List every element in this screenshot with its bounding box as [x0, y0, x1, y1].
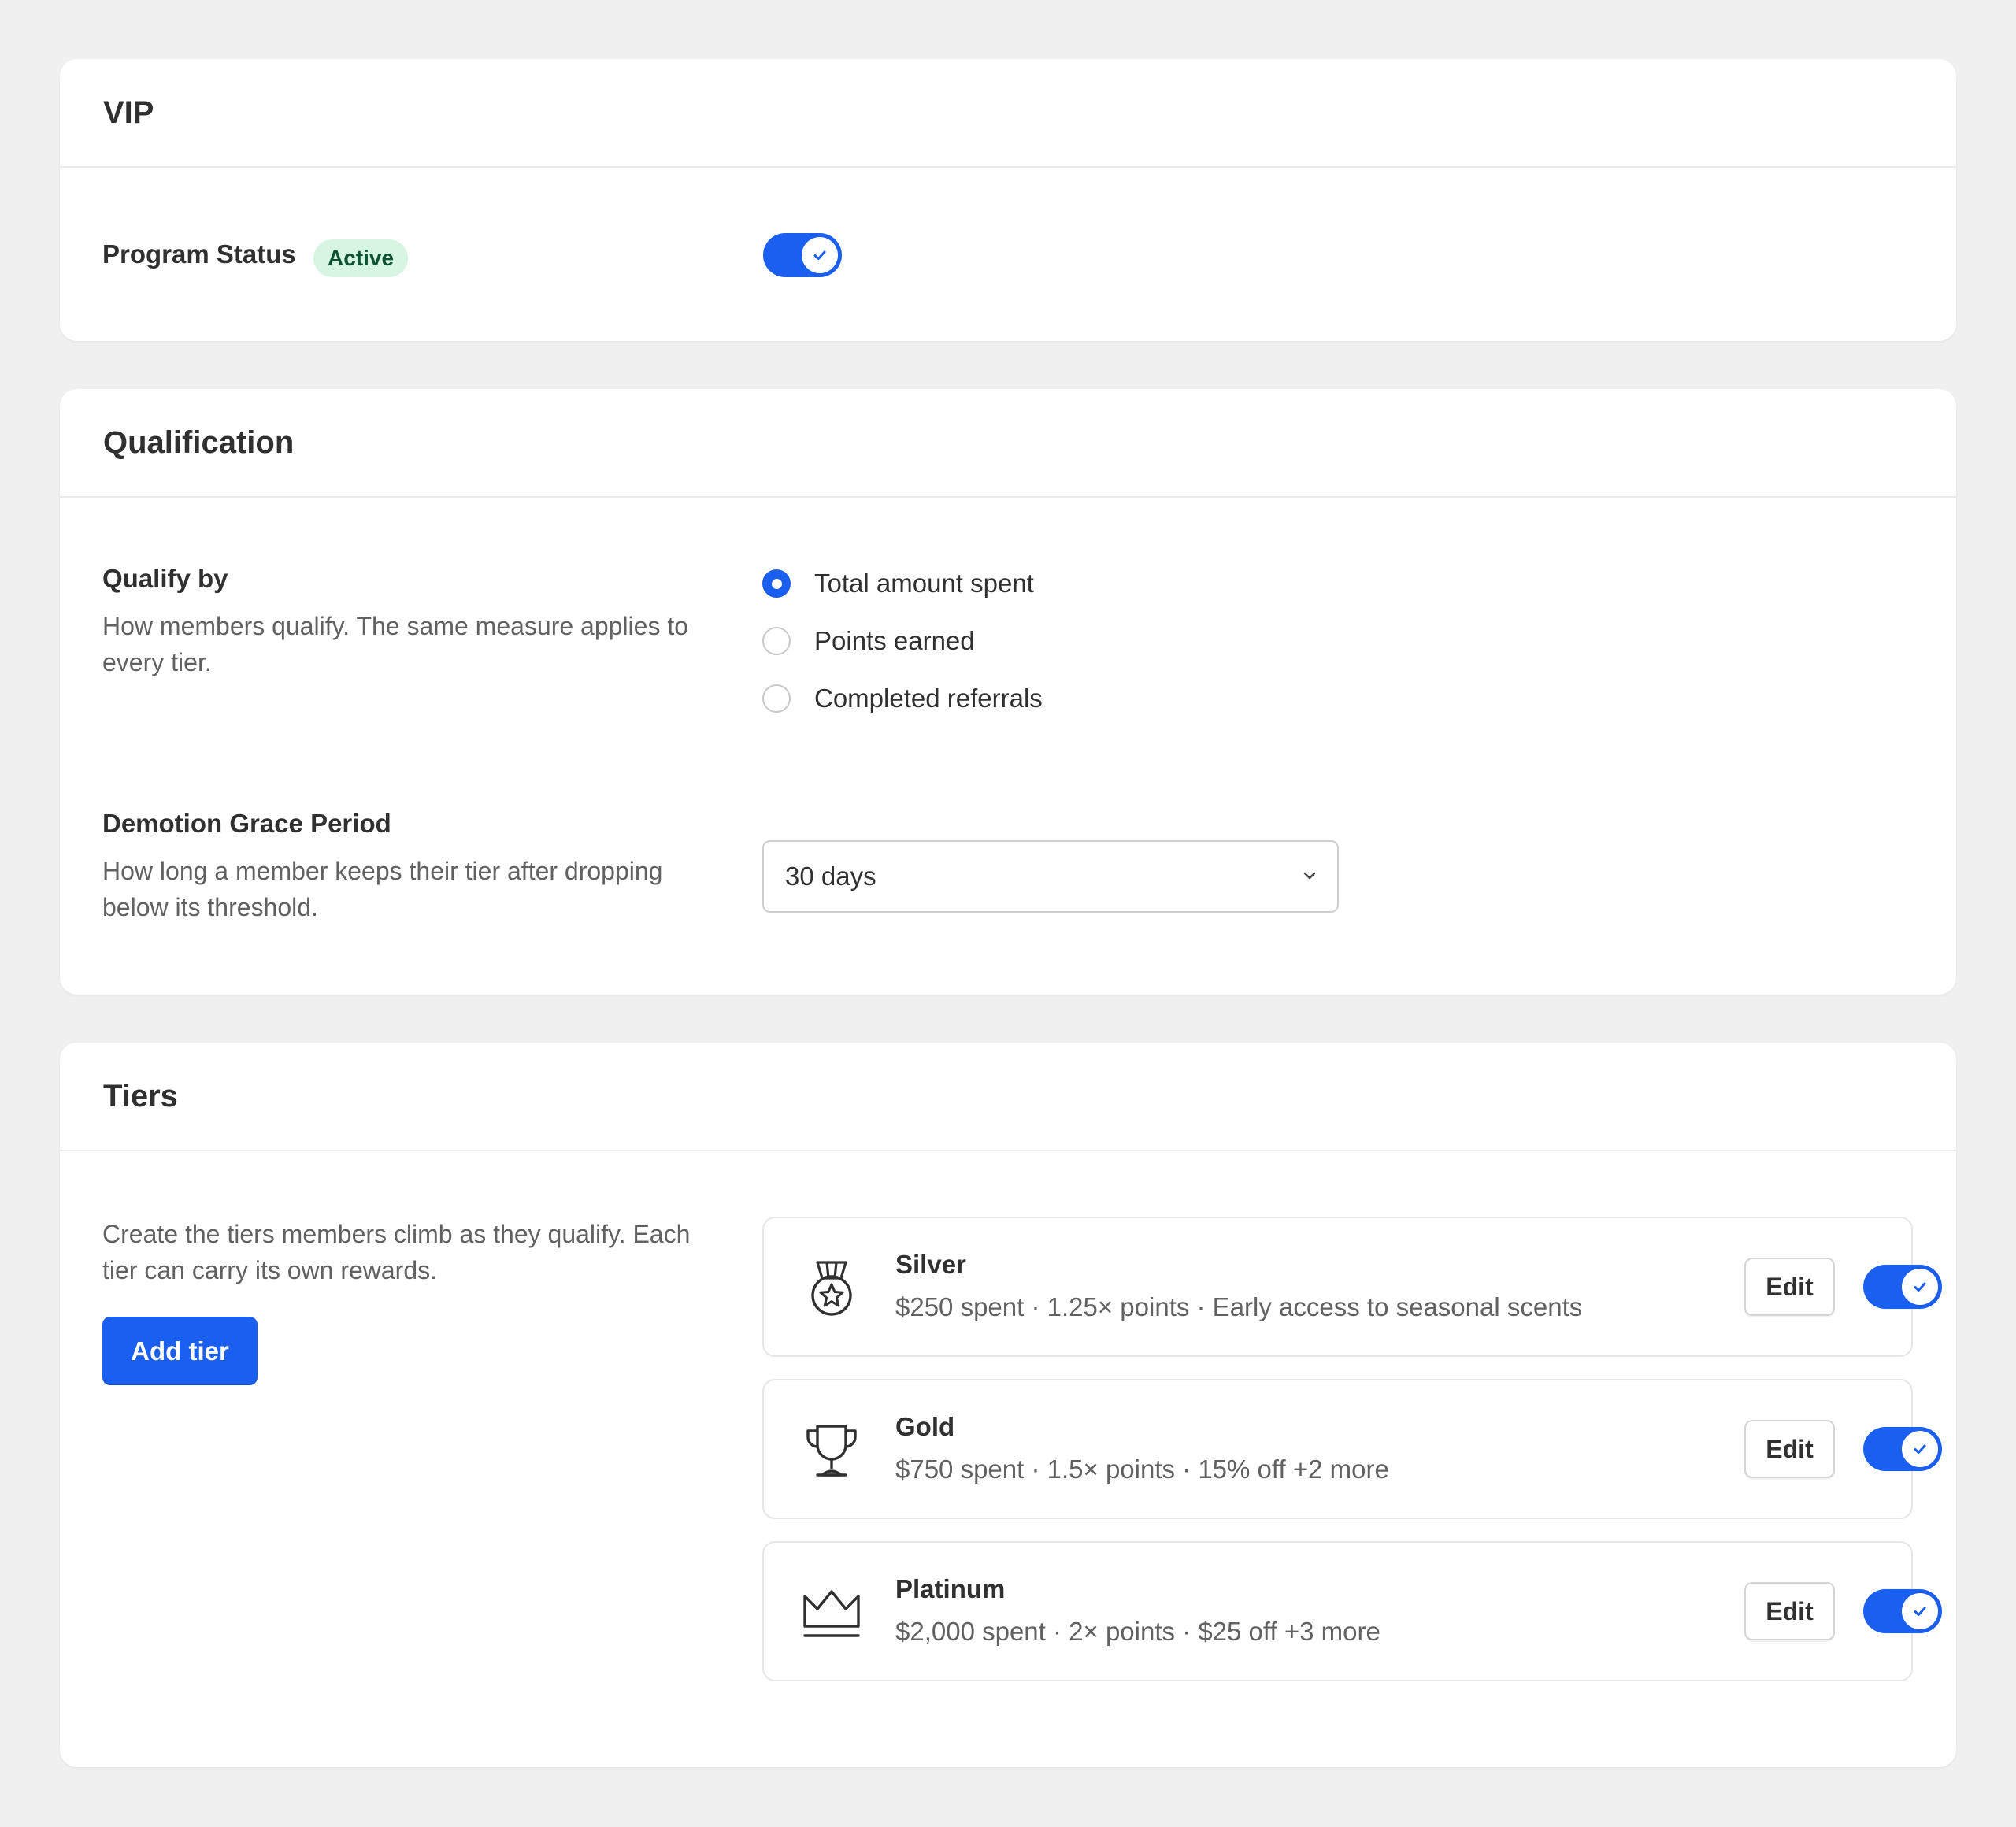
toggle-knob	[1902, 1269, 1938, 1305]
trophy-icon	[806, 1425, 857, 1477]
qualification-card-header: Qualification	[60, 389, 1956, 498]
toggle-knob	[1902, 1431, 1938, 1467]
program-status-toggle[interactable]	[763, 233, 842, 277]
tier-toggle[interactable]	[1863, 1265, 1942, 1309]
grace-period-value: 30 days	[785, 862, 876, 891]
radio-label: Points earned	[814, 626, 975, 655]
chevron-down-icon	[1303, 872, 1316, 880]
qualification-title: Qualification	[103, 424, 295, 460]
check-icon	[1914, 1282, 1926, 1292]
qualify-by-description: How members qualify. The same measure ap…	[102, 612, 689, 676]
radio-total-amount-spent[interactable]: Total amount spent	[762, 569, 1034, 598]
tiers-card: Tiers Create the tiers members climb as …	[60, 1043, 1956, 1767]
radio-button[interactable]	[762, 684, 791, 713]
tiers-title: Tiers	[103, 1078, 178, 1114]
radio-completed-referrals[interactable]: Completed referrals	[762, 684, 1043, 713]
toggle-knob	[802, 237, 838, 273]
grace-period-select[interactable]: 30 days	[762, 840, 1339, 913]
qualify-by-label: Qualify by	[102, 564, 228, 593]
tier-row-platinum: Platinum $2,000 spent · 2× points · $25 …	[762, 1541, 1942, 1681]
crown-icon	[803, 1590, 860, 1637]
tier-meta: $2,000 spent · 2× points · $25 off +3 mo…	[895, 1617, 1380, 1646]
radio-button[interactable]	[762, 569, 791, 598]
tier-name: Gold	[895, 1412, 955, 1441]
check-icon	[1914, 1606, 1926, 1616]
radio-points-earned[interactable]: Points earned	[762, 626, 975, 656]
tier-name: Platinum	[895, 1574, 1006, 1603]
tiers-description: Create the tiers members climb as they q…	[102, 1220, 691, 1284]
radio-label: Completed referrals	[814, 684, 1043, 713]
edit-tier-button[interactable]: Edit	[1744, 1582, 1835, 1640]
vip-card: VIP Program Status Active	[60, 59, 1956, 341]
tier-meta: $250 spent · 1.25× points · Early access…	[895, 1292, 1583, 1321]
tier-name: Silver	[895, 1250, 966, 1279]
tier-row-gold: Gold $750 spent · 1.5× points · 15% off …	[762, 1379, 1942, 1519]
vip-title: VIP	[103, 94, 154, 130]
check-icon	[813, 250, 826, 260]
tiers-card-header: Tiers	[60, 1043, 1956, 1151]
toggle-knob	[1902, 1593, 1938, 1629]
grace-period-description: How long a member keeps their tier after…	[102, 857, 663, 921]
medal-icon	[811, 1261, 852, 1316]
edit-tier-button[interactable]: Edit	[1744, 1258, 1835, 1316]
check-icon	[1914, 1444, 1926, 1454]
tier-meta: $750 spent · 1.5× points · 15% off +2 mo…	[895, 1455, 1389, 1484]
radio-label: Total amount spent	[814, 569, 1034, 598]
tier-row-silver: Silver $250 spent · 1.25× points · Early…	[762, 1217, 1942, 1357]
edit-tier-button[interactable]: Edit	[1744, 1420, 1835, 1478]
tier-toggle[interactable]	[1863, 1589, 1942, 1633]
add-tier-button[interactable]: Add tier	[102, 1317, 258, 1385]
status-badge: Active	[313, 239, 409, 277]
program-status-label: Program Status	[102, 239, 296, 269]
radio-button[interactable]	[762, 627, 791, 655]
vip-card-header: VIP	[60, 59, 1956, 168]
grace-period-label: Demotion Grace Period	[102, 809, 391, 838]
qualification-card: Qualification Qualify by How members qua…	[60, 389, 1956, 995]
tier-toggle[interactable]	[1863, 1427, 1942, 1471]
